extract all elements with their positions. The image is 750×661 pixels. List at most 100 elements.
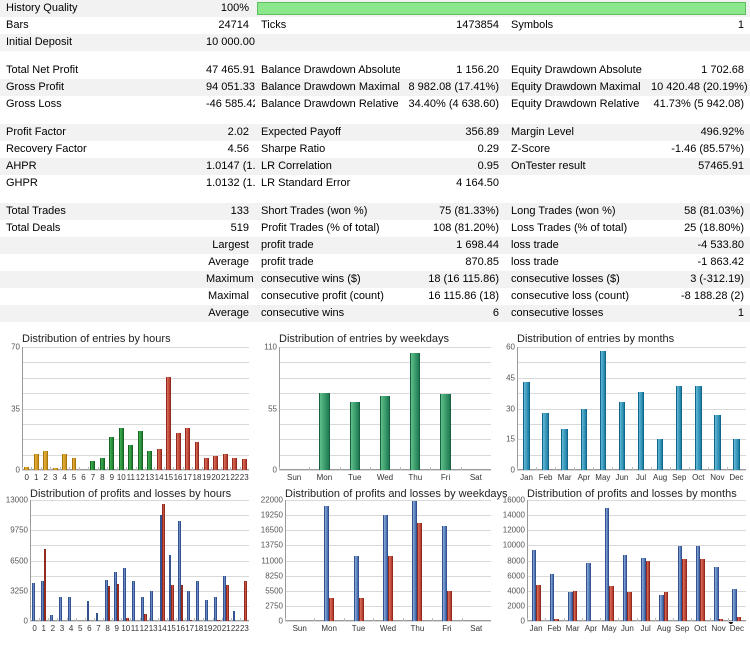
chart-profits-losses-by-weekdays[interactable]: Distribution of profits and losses by we… (253, 486, 508, 637)
x-axis-tick-mark (279, 467, 280, 470)
y-axis-line (22, 347, 23, 470)
bar-loss (171, 584, 175, 621)
bar-profit (714, 566, 719, 621)
table-row: Bars 24714 Ticks 1473854 Symbols 1 (0, 17, 750, 34)
stat-label: Total Net Profit (0, 62, 200, 79)
chart-profits-losses-by-months[interactable]: Distribution of profits and losses by mo… (495, 486, 750, 637)
x-axis-tick-mark (689, 467, 690, 470)
bar-profit (123, 567, 126, 621)
bar-loss (226, 584, 229, 621)
x-axis-tick-label: 4 (68, 624, 74, 633)
y-axis-line (527, 500, 528, 621)
grid-line (285, 621, 491, 622)
bar (580, 408, 588, 470)
bar-loss (388, 556, 393, 621)
x-axis-tick-mark (593, 467, 594, 470)
bar (213, 455, 219, 470)
x-axis-tick-label: 3 (52, 473, 58, 482)
grid-line (527, 500, 746, 501)
chart-entries-by-weekdays[interactable]: Distribution of entries by weekdays 0 55 11… (253, 331, 495, 486)
x-axis-tick-label: Wed (379, 624, 397, 633)
x-axis-tick-mark (39, 618, 40, 621)
bar-profit (186, 590, 190, 621)
bar-loss (554, 619, 559, 621)
bar-profit (31, 583, 35, 621)
x-axis-tick-label: Jun (620, 624, 634, 633)
table-row: Total Net Profit 47 465.91 Balance Drawdow… (0, 62, 750, 79)
stat-label: consecutive losses ($) (505, 271, 645, 288)
x-axis-tick-mark (112, 618, 113, 621)
y-axis-tick-label: 5500 (265, 586, 283, 596)
bar (656, 439, 664, 470)
grid-line (22, 378, 249, 379)
x-axis-tick-mark (727, 467, 728, 470)
y-axis-tick-label: 0 (23, 616, 28, 626)
y-axis-tick-label: 11000 (261, 556, 283, 565)
x-axis-tick-label: Mon (316, 473, 333, 482)
x-axis-tick-label: Tue (351, 624, 366, 633)
stat-value: -1.46 (85.57%) (645, 141, 750, 158)
grid-line (517, 439, 746, 440)
history-quality-bar (257, 2, 746, 15)
chart-entries-by-months[interactable]: Distribution of entries by months 0 15 30 45… (495, 331, 750, 486)
x-axis-tick-mark (340, 467, 341, 470)
y-axis-tick-label: 70 (11, 342, 20, 352)
stat-label: Balance Drawdown Relative (255, 96, 400, 113)
grid-line (30, 530, 249, 531)
x-axis-tick-label: Apr (584, 624, 598, 633)
stat-value: Average (200, 254, 255, 271)
bar-loss (189, 619, 193, 621)
x-axis-tick-mark (691, 618, 692, 621)
x-axis-tick-mark (536, 467, 537, 470)
charts-row-profits-losses: Distribution of profits and losses by ho… (0, 486, 750, 637)
stat-label: AHPR (0, 158, 200, 175)
stat-label: Z-Score (505, 141, 645, 158)
bar (733, 439, 740, 470)
bar-profit (59, 597, 62, 621)
chart-profits-losses-by-hours[interactable]: Distribution of profits and losses by ho… (0, 486, 253, 637)
stat-value: 58 (81.03%) (645, 203, 750, 220)
x-axis-tick-mark (230, 467, 231, 470)
x-axis-tick-label: 2 (50, 624, 56, 633)
x-axis-tick-mark (432, 618, 433, 621)
y-axis-tick-label: 45 (506, 373, 515, 383)
x-axis-tick-mark (728, 618, 729, 621)
bar-loss (358, 597, 364, 621)
stat-value: 8 982.08 (17.41%) (400, 79, 505, 96)
grid-line (22, 347, 249, 348)
stat-label: consecutive wins ($) (255, 271, 400, 288)
x-axis-tick-label: Sep (675, 624, 690, 633)
stat-label (505, 175, 645, 192)
stat-label: Ticks (255, 17, 400, 34)
plot-area (527, 500, 746, 622)
bar (194, 441, 200, 470)
y-axis-tick-label: 16500 (260, 525, 283, 535)
charts-row-entries: Distribution of entries by hours 0 35 70 0 1 2… (0, 331, 750, 486)
stat-label: Balance Drawdown Absolute (255, 62, 400, 79)
x-axis-tick-label: 5 (71, 473, 77, 482)
y-axis-tick-label: 12000 (502, 525, 525, 535)
x-axis-tick-label: Jul (635, 473, 647, 482)
x-axis-tick-mark (121, 618, 122, 621)
x-axis-tick-mark (370, 467, 371, 470)
y-axis-tick-label: 16000 (502, 495, 525, 505)
x-axis-tick-mark (582, 618, 583, 621)
x-axis-tick-mark (632, 467, 633, 470)
x-axis-tick-label: Mar (565, 624, 580, 633)
grid-line (285, 530, 491, 531)
chart-entries-by-hours[interactable]: Distribution of entries by hours 0 35 70 0 1 2… (0, 331, 253, 486)
bar (137, 431, 143, 470)
grid-line (22, 470, 249, 471)
bar (695, 385, 702, 470)
chart-title: Distribution of profits and losses by we… (285, 488, 508, 500)
x-axis-tick-label: Jul (640, 624, 651, 633)
stat-label (255, 34, 400, 51)
x-axis-tick-label: Aug (656, 624, 671, 633)
x-axis-tick-label: Sat (469, 473, 482, 482)
x-axis-tick-mark (373, 618, 374, 621)
stat-label: Gross Loss (0, 96, 200, 113)
y-axis-tick-label: 60 (506, 342, 515, 352)
grid-line (30, 515, 249, 516)
stat-label: Symbols (505, 17, 645, 34)
stat-value: 4 164.50 (400, 175, 505, 192)
